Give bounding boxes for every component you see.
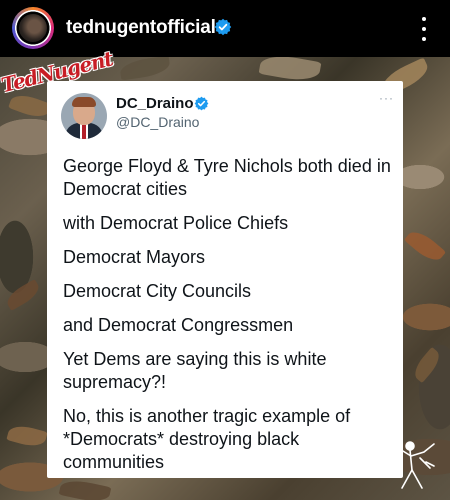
tweet-paragraph: Democrat City Councils bbox=[63, 281, 252, 301]
tweet-paragraph: Democrat Mayors bbox=[63, 247, 206, 267]
tweet-paragraph: with Democrat Police Chiefs bbox=[63, 213, 289, 233]
stick-figure-watermark-icon bbox=[395, 441, 435, 489]
tweet-paragraph: No, this is another tragic example of *D… bbox=[63, 406, 351, 472]
tweet-paragraph: Yet Dems are saying this is white suprem… bbox=[63, 349, 327, 392]
tweet-avatar bbox=[61, 93, 107, 139]
tweet-display-name: DC_Draino bbox=[116, 95, 194, 112]
more-options-icon[interactable] bbox=[418, 17, 430, 41]
verified-badge-icon bbox=[214, 18, 232, 36]
avatar-image bbox=[17, 12, 49, 44]
profile-avatar[interactable] bbox=[12, 7, 54, 49]
tweet-handle: @DC_Draino bbox=[116, 114, 200, 130]
post-username[interactable]: tednugentofficial bbox=[66, 17, 216, 39]
tweet-verified-icon bbox=[194, 96, 209, 111]
tweet-more-icon: ··· bbox=[379, 91, 394, 105]
tweet-text: George Floyd & Tyre Nichols both died in… bbox=[63, 155, 393, 485]
tweet-card: DC_Draino @DC_Draino ··· George Floyd & … bbox=[47, 81, 403, 478]
tweet-paragraph: George Floyd & Tyre Nichols both died in… bbox=[63, 156, 391, 199]
tweet-paragraph: and Democrat Congressmen bbox=[63, 315, 294, 335]
post-header: tednugentofficial bbox=[0, 0, 450, 57]
